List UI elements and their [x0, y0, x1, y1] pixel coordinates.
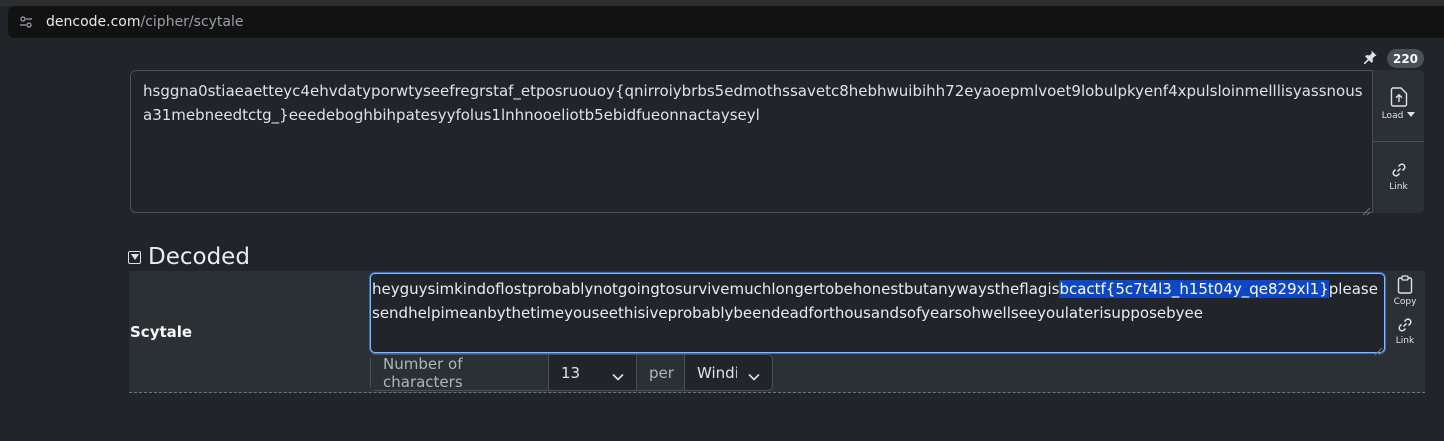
scytale-row: Scytale heyguysimkindoflostprobablynotgo…	[129, 271, 1425, 393]
url-domain: dencode.com	[46, 14, 141, 30]
link-label: Link	[1389, 182, 1408, 192]
output-text[interactable]: heyguysimkindoflostprobablynotgoingtosur…	[372, 277, 1384, 325]
number-of-characters-label: Number of characters	[371, 355, 549, 391]
input-link-button[interactable]: Link	[1373, 142, 1424, 213]
number-select[interactable]: 13	[549, 355, 636, 390]
input-text[interactable]: hsggna0stiaeaetteyc4ehvdatyporwtyseefreg…	[143, 79, 1363, 127]
output-link-button[interactable]: Link	[1387, 317, 1423, 346]
collapse-toggle-icon[interactable]	[128, 250, 141, 264]
link-icon	[1391, 162, 1407, 182]
section-title: Decoded	[148, 244, 250, 270]
decoded-section-header[interactable]: Decoded	[128, 244, 250, 270]
winding-select[interactable]: Winding	[685, 355, 772, 390]
output-text-before: heyguysimkindoflostprobablynotgoingtosur…	[372, 280, 1060, 298]
link-label: Link	[1395, 336, 1415, 346]
copy-button[interactable]: Copy	[1387, 275, 1423, 307]
load-button[interactable]: Load	[1373, 70, 1424, 142]
number-select-value: 13	[561, 363, 581, 382]
upload-icon	[1390, 87, 1408, 111]
chevron-down-icon	[748, 367, 760, 385]
site-info-icon[interactable]	[18, 14, 34, 30]
pin-icon[interactable]	[1362, 49, 1378, 65]
output-side-buttons: Copy Link	[1385, 273, 1425, 353]
url-text[interactable]: dencode.com/cipher/scytale	[46, 14, 244, 30]
clipboard-icon	[1397, 275, 1413, 297]
input-side-buttons: Load Link	[1372, 70, 1424, 213]
chevron-down-icon	[612, 367, 624, 385]
resize-grip-icon[interactable]	[1361, 201, 1371, 216]
per-label: per	[636, 355, 685, 390]
selected-text[interactable]: bcactf{5c7t4l3_h15t04y_qe829xl1}	[1059, 280, 1329, 298]
method-label: Scytale	[130, 323, 193, 341]
input-textarea[interactable]: hsggna0stiaeaetteyc4ehvdatyporwtyseefreg…	[130, 70, 1424, 216]
resize-grip-icon[interactable]	[1373, 341, 1383, 356]
link-icon	[1397, 317, 1413, 336]
load-label: Load	[1381, 111, 1404, 121]
copy-label: Copy	[1393, 297, 1417, 307]
winding-select-value: Winding	[697, 363, 737, 382]
caret-down-icon	[1407, 111, 1416, 121]
url-path: /cipher/scytale	[140, 14, 244, 30]
address-bar[interactable]: dencode.com/cipher/scytale	[8, 6, 1444, 38]
count-badge: 220	[1387, 49, 1424, 68]
options-group: Number of characters 13 per Winding	[370, 354, 773, 391]
output-textarea[interactable]: heyguysimkindoflostprobablynotgoingtosur…	[370, 273, 1385, 356]
